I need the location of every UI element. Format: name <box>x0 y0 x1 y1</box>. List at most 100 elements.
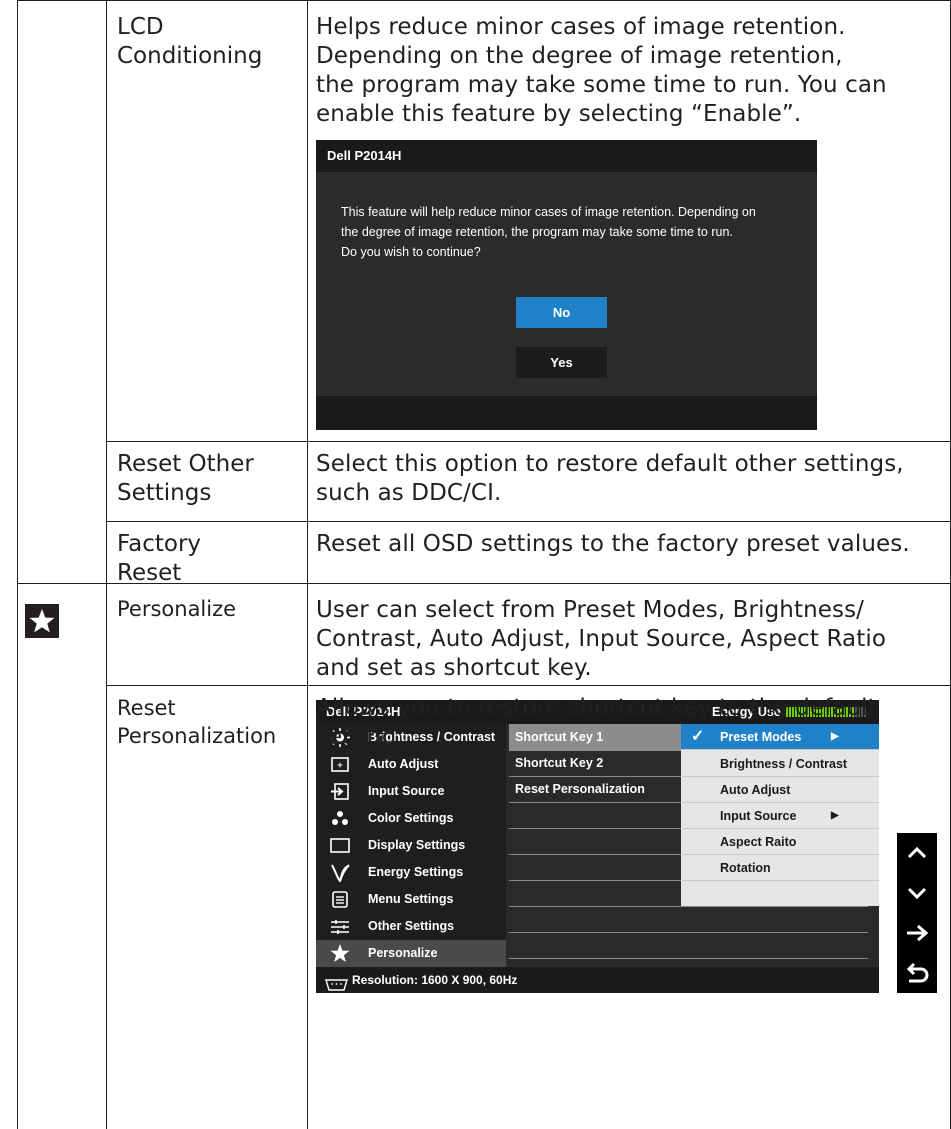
star-icon <box>330 944 350 963</box>
main-menu-label: Energy Settings <box>368 865 464 879</box>
enter-icon[interactable] <box>897 913 937 953</box>
main-menu-item[interactable]: Energy Settings <box>316 859 506 886</box>
up-icon[interactable] <box>897 833 937 873</box>
option-label: Aspect Raito <box>720 835 797 849</box>
dialog-title: Dell P2014H <box>316 140 817 172</box>
main-menu-label: Other Settings <box>368 919 455 933</box>
main-menu-label: Personalize <box>368 946 438 960</box>
main-menu-item[interactable]: Menu Settings <box>316 886 506 913</box>
menu-divider <box>509 932 868 933</box>
sub-menu-item[interactable]: Reset Personalization <box>509 776 681 802</box>
menu-divider <box>509 880 681 881</box>
svg-text:+: + <box>337 760 342 770</box>
table-border <box>17 0 951 1</box>
text-line: This feature will help reduce minor case… <box>341 205 756 219</box>
sub-menu-item[interactable]: Shortcut Key 2 <box>509 750 681 776</box>
table-border <box>106 0 107 1129</box>
yes-button[interactable]: Yes <box>516 347 607 378</box>
text-line: Contrast, Auto Adjust, Input Source, Asp… <box>316 626 887 652</box>
text-line: Reset Other <box>117 451 254 477</box>
row-desc-lcd-conditioning: Helps reduce minor cases of image retent… <box>316 13 887 129</box>
main-menu-item[interactable]: Other Settings <box>316 913 506 940</box>
text-line: and set as shortcut key. <box>316 655 592 681</box>
text-line: Personalize <box>117 597 237 621</box>
text-line: Allows you to restore shortcut key to th… <box>316 695 877 721</box>
row-name-factory-reset: Factory Reset <box>117 530 201 588</box>
text-line: Factory <box>117 531 202 557</box>
text-line: Settings <box>117 480 212 506</box>
other-settings-icon <box>330 917 350 936</box>
text-line: Reset all OSD settings to the factory pr… <box>316 531 910 557</box>
main-menu-label: Display Settings <box>368 838 466 852</box>
back-icon[interactable] <box>897 953 937 993</box>
resolution-text: Resolution: 1600 X 900, 60Hz <box>352 973 518 987</box>
option-label: Input Source <box>720 809 797 823</box>
option-label: Rotation <box>720 861 771 875</box>
dialog-message: This feature will help reduce minor case… <box>341 202 811 262</box>
text-line: the program may take some time to run. Y… <box>316 72 887 98</box>
menu-divider <box>509 854 681 855</box>
table-border <box>106 441 951 442</box>
text-line: such as DDC/CI. <box>316 480 502 506</box>
star-icon <box>25 604 59 638</box>
main-menu-item[interactable]: Input Source <box>316 778 506 805</box>
row-desc-reset-other-settings: Select this option to restore default ot… <box>316 450 904 508</box>
row-desc-factory-reset: Reset all OSD settings to the factory pr… <box>316 530 910 559</box>
text-line: Reset <box>117 560 182 586</box>
dialog-footer <box>316 396 817 430</box>
text-line: Select this option to restore default ot… <box>316 451 904 477</box>
row-desc-reset-personalization: Allows you to restore shortcut key to th… <box>316 694 877 752</box>
row-name-lcd-conditioning: LCD Conditioning <box>117 13 262 71</box>
main-menu-label: Menu Settings <box>368 892 454 906</box>
display-settings-icon <box>330 836 350 855</box>
no-button[interactable]: No <box>516 297 607 328</box>
text-line: Do you wish to continue? <box>341 245 481 259</box>
row-name-reset-other-settings: Reset Other Settings <box>117 450 254 508</box>
text-line: Depending on the degree of image retenti… <box>316 43 843 69</box>
main-menu-label: Auto Adjust <box>368 757 439 771</box>
option-label: Brightness / Contrast <box>720 757 848 771</box>
text-line: Conditioning <box>117 43 263 69</box>
text-line: LCD <box>117 14 164 40</box>
osd-status-bar: Resolution: 1600 X 900, 60Hz <box>316 967 879 993</box>
text-line: User can select from Preset Modes, Brigh… <box>316 597 865 623</box>
energy-settings-icon <box>330 863 350 883</box>
osd-nav-buttons <box>897 833 937 993</box>
option-item[interactable]: Brightness / Contrast <box>681 751 879 777</box>
osd-main-menu: Brightness / Contrast + Auto Adjust Input S… <box>316 724 506 967</box>
main-menu-item[interactable]: Color Settings <box>316 805 506 832</box>
vga-connector-icon <box>325 974 348 991</box>
table-border <box>106 521 951 522</box>
color-settings-icon <box>330 809 350 828</box>
input-source-icon <box>330 782 350 801</box>
option-label: Auto Adjust <box>720 783 791 797</box>
main-menu-label: Input Source <box>368 784 445 798</box>
option-item[interactable]: Auto Adjust <box>681 777 879 803</box>
text-line: the degree of image retention, the progr… <box>341 225 733 239</box>
row-name-personalize: Personalize <box>117 595 236 623</box>
menu-divider <box>509 802 681 803</box>
text-line: Reset <box>117 696 176 720</box>
menu-divider <box>509 958 868 959</box>
table-border <box>17 0 18 1129</box>
main-menu-item[interactable]: Personalize <box>316 940 506 967</box>
text-line: Helps reduce minor cases of image retent… <box>316 14 846 40</box>
main-menu-item[interactable]: + Auto Adjust <box>316 751 506 778</box>
menu-divider <box>509 828 681 829</box>
option-item[interactable]: Rotation <box>681 855 879 881</box>
option-item[interactable]: Aspect Raito <box>681 829 879 855</box>
row-name-reset-personalization: Reset Personalization <box>117 694 276 750</box>
row-desc-personalize: User can select from Preset Modes, Brigh… <box>316 596 886 683</box>
table-border <box>106 685 951 686</box>
lcd-conditioning-dialog: Dell P2014H This feature will help reduc… <box>316 140 817 430</box>
table-border <box>307 0 308 1129</box>
option-item[interactable]: Input Source ▶ <box>681 803 879 829</box>
main-menu-item[interactable]: Display Settings <box>316 832 506 859</box>
osd-sub-menu: Shortcut Key 1 Shortcut Key 2 Reset Person… <box>509 724 681 967</box>
submenu-arrow-icon: ▶ <box>831 810 839 821</box>
down-icon[interactable] <box>897 873 937 913</box>
text-line: enable this feature by selecting “Enable… <box>316 101 802 127</box>
menu-settings-icon <box>330 890 350 909</box>
main-menu-label: Color Settings <box>368 811 454 825</box>
text-line: setting. <box>316 724 404 750</box>
